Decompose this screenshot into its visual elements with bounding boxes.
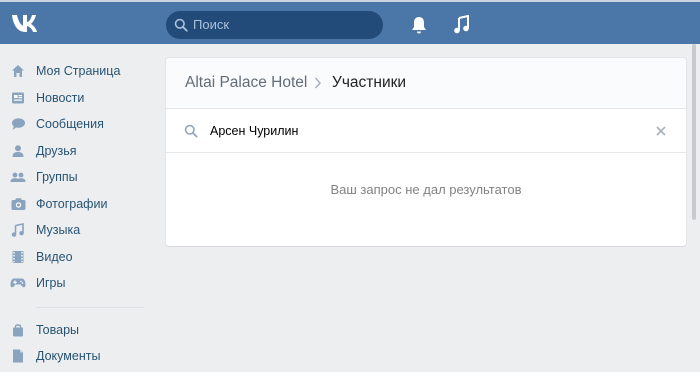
sidebar-item-video[interactable]: Видео bbox=[0, 244, 150, 271]
sidebar-item-news[interactable]: Новости bbox=[0, 85, 150, 112]
sidebar-item-label: Новости bbox=[36, 90, 85, 105]
sidebar-item-photos[interactable]: Фотографии bbox=[0, 191, 150, 218]
music-note-icon[interactable] bbox=[453, 15, 471, 35]
sidebar-item-goods[interactable]: Товары bbox=[0, 317, 150, 344]
sidebar-item-label: Друзья bbox=[36, 143, 77, 158]
groups-icon bbox=[10, 169, 26, 185]
film-icon bbox=[10, 249, 26, 265]
breadcrumb: Altai Palace Hotel Участники bbox=[166, 58, 686, 109]
camera-icon bbox=[10, 196, 26, 212]
bell-icon[interactable] bbox=[410, 15, 428, 35]
left-sidebar: Моя Страница Новости Сообщения Друзья Гр… bbox=[0, 58, 150, 370]
search-icon bbox=[184, 124, 198, 138]
news-icon bbox=[10, 90, 26, 106]
page-title: Участники bbox=[332, 74, 407, 91]
search-placeholder: Поиск bbox=[193, 17, 230, 32]
search-icon bbox=[174, 18, 188, 32]
gamepad-icon bbox=[10, 275, 26, 291]
music-icon bbox=[10, 222, 26, 238]
sidebar-item-label: Фотографии bbox=[36, 196, 108, 211]
sidebar-item-groups[interactable]: Группы bbox=[0, 164, 150, 191]
sidebar-item-label: Моя Страница bbox=[36, 64, 121, 79]
sidebar-item-label: Музыка bbox=[36, 223, 81, 238]
members-panel: Altai Palace Hotel Участники Ваш запрос … bbox=[166, 58, 686, 246]
chevron-right-icon bbox=[314, 77, 322, 89]
friend-icon bbox=[10, 143, 26, 159]
messages-icon bbox=[10, 116, 26, 132]
sidebar-item-my-page[interactable]: Моя Страница bbox=[0, 58, 150, 85]
page-scrollbar[interactable] bbox=[692, 44, 696, 220]
sidebar-item-label: Игры bbox=[36, 276, 66, 291]
sidebar-item-label: Видео bbox=[36, 249, 73, 264]
empty-results-message: Ваш запрос не дал результатов bbox=[330, 182, 522, 197]
sidebar-item-friends[interactable]: Друзья bbox=[0, 138, 150, 165]
sidebar-item-label: Товары bbox=[36, 322, 79, 337]
sidebar-item-games[interactable]: Игры bbox=[0, 270, 150, 297]
close-icon[interactable] bbox=[655, 125, 667, 137]
vk-logo-icon[interactable] bbox=[10, 11, 42, 35]
search-field[interactable]: Поиск bbox=[166, 11, 383, 39]
sidebar-item-label: Сообщения bbox=[36, 117, 104, 132]
document-icon bbox=[10, 348, 26, 364]
home-icon bbox=[10, 63, 26, 79]
breadcrumb-group-link[interactable]: Altai Palace Hotel bbox=[185, 74, 307, 92]
sidebar-divider bbox=[36, 306, 144, 308]
member-search-input[interactable] bbox=[210, 120, 630, 142]
member-search-bar bbox=[166, 109, 686, 153]
sidebar-item-label: Документы bbox=[36, 349, 101, 364]
sidebar-item-label: Группы bbox=[36, 170, 78, 185]
sidebar-item-messages[interactable]: Сообщения bbox=[0, 111, 150, 138]
sidebar-item-documents[interactable]: Документы bbox=[0, 343, 150, 370]
top-bar: Поиск bbox=[0, 0, 700, 44]
sidebar-item-music[interactable]: Музыка bbox=[0, 217, 150, 244]
bag-icon bbox=[10, 322, 26, 338]
